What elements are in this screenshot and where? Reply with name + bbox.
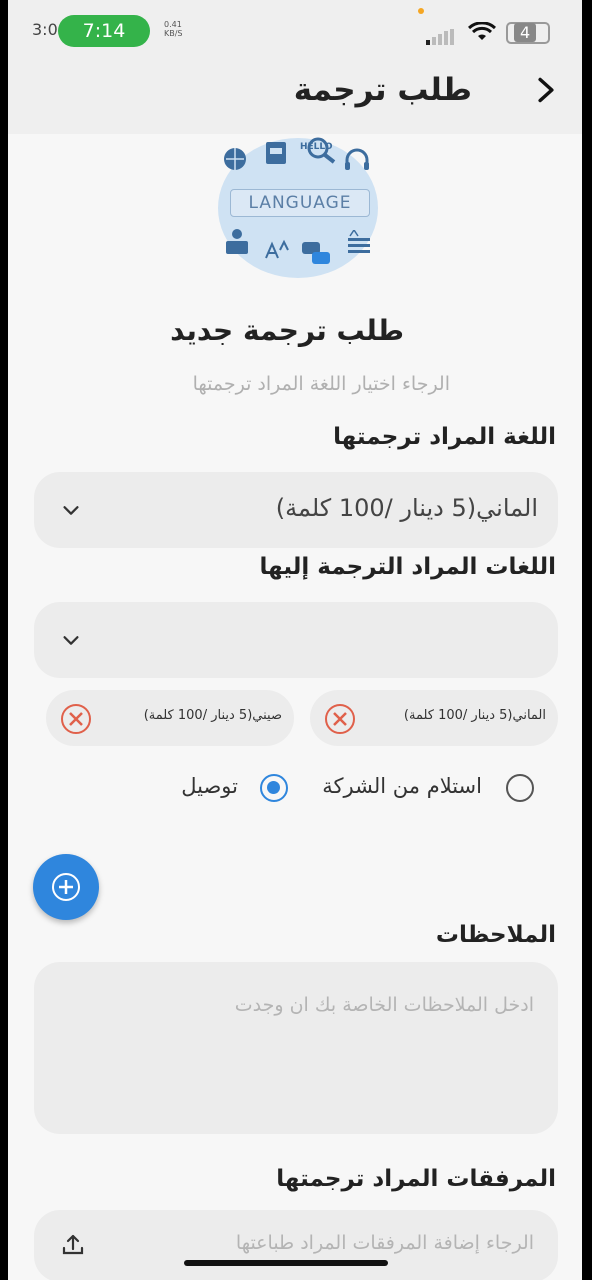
translate-icon [265, 239, 289, 259]
remove-icon[interactable] [60, 703, 92, 735]
source-language-value: الماني(5 دينار /100 كلمة) [275, 494, 538, 522]
radio-pickup[interactable] [506, 774, 534, 802]
wifi-icon [468, 22, 496, 40]
text-size-icon [348, 230, 370, 253]
upload-icon[interactable] [60, 1232, 86, 1258]
book-icon [266, 142, 286, 164]
remove-icon[interactable] [324, 703, 356, 735]
notes-label: الملاحظات [435, 922, 556, 948]
source-language-label: اللغة المراد ترجمتها [333, 424, 556, 450]
page-title: طلب ترجمة [293, 72, 472, 108]
form-title: طلب ترجمة جديد [170, 314, 404, 347]
language-chip-label: الماني(5 دينار /100 كلمة) [403, 708, 546, 723]
reader-icon [226, 229, 248, 254]
add-button[interactable] [33, 854, 99, 920]
chevron-down-icon [63, 506, 79, 515]
status-time-pill: 7:14 [58, 15, 150, 47]
target-languages-select[interactable] [34, 602, 558, 678]
language-chip: الماني(5 دينار /100 كلمة) [310, 690, 558, 746]
attachments-label: المرفقات المراد ترجمتها [276, 1166, 556, 1192]
chevron-down-icon [63, 636, 79, 645]
source-language-select[interactable]: الماني(5 دينار /100 كلمة) [34, 472, 558, 548]
globe-icon [224, 148, 246, 170]
radio-pickup-label: استلام من الشركة [322, 774, 482, 798]
chevron-right-icon[interactable] [532, 76, 560, 104]
status-bar: 3:0 7:14 0.41 KB/S 4 [8, 0, 582, 62]
headphones-icon [345, 148, 369, 170]
battery-level: 4 [514, 23, 537, 42]
network-speed-value: 0.41 [164, 20, 182, 29]
notes-placeholder: ادخل الملاحظات الخاصة بك ان وجدت [234, 994, 534, 1016]
signal-icon [426, 26, 456, 45]
radio-delivery-label: توصيل [181, 774, 238, 798]
hello-text: HELLO [300, 142, 333, 152]
app-bar: طلب ترجمة [8, 62, 582, 134]
target-languages-label: اللغات المراد الترجمة إليها [259, 554, 556, 580]
radio-delivery[interactable] [260, 774, 288, 802]
screen: 3:0 7:14 0.41 KB/S 4 طلب ترجمة HELLO LAN… [8, 0, 582, 1280]
language-label: LANGUAGE [230, 189, 370, 217]
language-chip-label: صيني(5 دينار /100 كلمة) [143, 708, 282, 723]
plus-circle-icon [52, 873, 80, 901]
chat-icon [302, 242, 330, 264]
home-indicator [184, 1260, 388, 1266]
network-speed: 0.41 KB/S [164, 20, 183, 38]
notes-field[interactable]: ادخل الملاحظات الخاصة بك ان وجدت [34, 962, 558, 1134]
network-speed-unit: KB/S [164, 29, 183, 38]
language-chip: صيني(5 دينار /100 كلمة) [46, 690, 294, 746]
attachments-placeholder: الرجاء إضافة المرفقات المراد طباعتها [235, 1232, 534, 1254]
attachments-field[interactable]: الرجاء إضافة المرفقات المراد طباعتها [34, 1210, 558, 1280]
status-time-left: 3:0 [32, 20, 58, 39]
form-subtitle: الرجاء اختيار اللغة المراد ترجمتها [192, 373, 450, 395]
delivery-options: استلام من الشركة توصيل [8, 766, 582, 810]
privacy-dot-icon [418, 8, 424, 14]
